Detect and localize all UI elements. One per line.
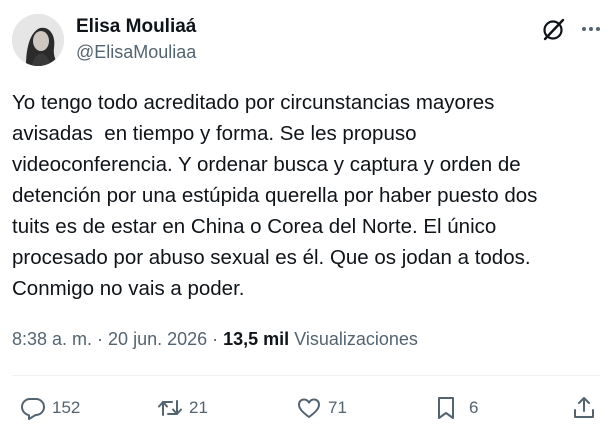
more-icon[interactable] — [578, 16, 604, 42]
author-name[interactable]: Elisa Mouliaá — [76, 16, 196, 38]
share-icon — [574, 397, 594, 418]
avatar-photo — [12, 14, 64, 66]
reply-count: 152 — [52, 398, 81, 417]
bookmark-count: 6 — [469, 398, 479, 417]
repost-button[interactable]: 21 — [157, 394, 208, 422]
divider — [12, 375, 600, 376]
avatar[interactable] — [12, 14, 64, 66]
share-button[interactable] — [571, 394, 597, 422]
views-count: 13,5 mil — [223, 329, 290, 349]
tweet-time[interactable]: 8:38 a. m. — [12, 329, 92, 349]
bookmark-icon — [438, 397, 454, 419]
tweet-text: Yo tengo todo acreditado por circunstanc… — [12, 91, 538, 300]
tweet-date[interactable]: 20 jun. 2026 — [108, 329, 207, 349]
meta-separator: · — [207, 329, 224, 349]
like-count: 71 — [328, 398, 347, 417]
views-label: Visualizaciones — [289, 329, 418, 349]
author-handle[interactable]: @ElisaMouliaa — [76, 42, 196, 63]
grok-icon[interactable] — [541, 16, 567, 42]
meta-separator: · — [92, 329, 109, 349]
repost-icon — [158, 400, 182, 416]
bookmark-button[interactable]: 6 — [433, 394, 478, 422]
heart-icon — [298, 398, 320, 418]
reply-button[interactable]: 152 — [20, 394, 80, 422]
repost-count: 21 — [189, 398, 208, 417]
like-button[interactable]: 71 — [296, 394, 347, 422]
tweet-meta: 8:38 a. m. · 20 jun. 2026 · 13,5 mil Vis… — [12, 329, 418, 350]
reply-icon — [21, 398, 45, 420]
